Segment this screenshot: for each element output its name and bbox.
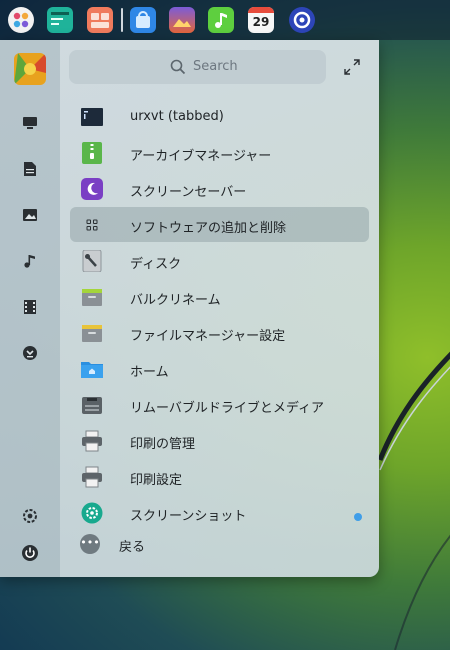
user-avatar[interactable]: [14, 53, 46, 85]
power-icon[interactable]: [20, 543, 40, 563]
back-button[interactable]: ••• 戻る: [80, 532, 200, 556]
app-item-bulk-rename[interactable]: バルクリネーム: [70, 279, 369, 314]
top-dock: 29: [0, 0, 450, 40]
app-item-home[interactable]: ホーム: [70, 351, 369, 386]
app-item-archive-manager[interactable]: アーカイブマネージャー: [70, 135, 369, 170]
app-label: スクリーンショット: [130, 509, 247, 524]
terminal-app-icon[interactable]: [47, 7, 73, 33]
app-label: ディスク: [130, 257, 182, 272]
screenshot-icon: [81, 502, 103, 524]
app-item-print-settings[interactable]: 印刷設定: [70, 459, 369, 494]
disk-icon: [82, 250, 102, 272]
videos-icon[interactable]: [20, 297, 40, 317]
archive-icon: [82, 142, 102, 164]
music-app-icon[interactable]: [208, 7, 234, 33]
back-label: 戻る: [119, 540, 146, 555]
app-menu: Search urxvt (tabbed) アーカイブマネージャー スクリーンセ…: [0, 40, 379, 577]
pictures-icon[interactable]: [20, 205, 40, 225]
app-label: バルクリネーム: [130, 293, 221, 308]
dock-separator: [121, 8, 123, 32]
app-item-disks[interactable]: ディスク: [70, 243, 369, 278]
store-app-icon[interactable]: [130, 7, 156, 33]
photos-app-icon[interactable]: [169, 7, 195, 33]
documents-icon[interactable]: [20, 159, 40, 179]
places-sidebar: [0, 40, 60, 577]
app-label: スクリーンセーバー: [130, 185, 247, 200]
app-item-print-manager[interactable]: 印刷の管理: [70, 423, 369, 458]
computer-icon[interactable]: [20, 113, 40, 133]
app-label: ホーム: [130, 365, 169, 380]
search-placeholder: Search: [193, 59, 238, 74]
app-label: 印刷設定: [130, 473, 183, 488]
removable-drive-icon: [82, 397, 102, 414]
rename-icon: [82, 289, 102, 306]
downloads-icon[interactable]: [20, 343, 40, 363]
apps-grid-icon: [86, 219, 98, 231]
app-item-screensaver[interactable]: スクリーンセーバー: [70, 171, 369, 206]
calendar-day: 29: [252, 15, 270, 29]
search-icon: [170, 59, 186, 75]
settings-gear-icon[interactable]: [20, 506, 40, 526]
home-folder-icon: [81, 362, 103, 378]
calendar-app-icon[interactable]: 29: [248, 7, 274, 33]
app-label: 印刷の管理: [130, 437, 196, 452]
printer-icon: [82, 430, 102, 452]
app-label: ソフトウェアの追加と削除: [130, 221, 287, 236]
new-app-indicator: [354, 513, 362, 521]
filemanager-settings-icon: [82, 325, 102, 342]
app-label: urxvt (tabbed): [130, 109, 224, 124]
search-input[interactable]: Search: [69, 50, 326, 84]
print-settings-icon: [82, 466, 102, 488]
launcher-icon[interactable]: [8, 7, 34, 33]
app-label: リムーバブルドライブとメディア: [130, 401, 324, 416]
more-dots-icon: •••: [80, 534, 100, 554]
app-item-screenshot[interactable]: スクリーンショット: [70, 495, 369, 530]
music-icon[interactable]: [20, 251, 40, 271]
screensaver-icon: [81, 178, 103, 200]
app-label: ファイルマネージャー設定: [130, 329, 286, 344]
settings-app-icon[interactable]: [289, 7, 315, 33]
app-item-removable-drives[interactable]: リムーバブルドライブとメディア: [70, 387, 369, 422]
app-item-urxvt[interactable]: urxvt (tabbed): [70, 99, 369, 134]
expand-icon[interactable]: [343, 58, 361, 76]
app-label: アーカイブマネージャー: [130, 149, 272, 164]
terminal-icon: [81, 108, 103, 126]
app-item-add-remove-software[interactable]: ソフトウェアの追加と削除: [70, 207, 369, 242]
files-app-icon[interactable]: [87, 7, 113, 33]
app-item-file-manager-settings[interactable]: ファイルマネージャー設定: [70, 315, 369, 350]
